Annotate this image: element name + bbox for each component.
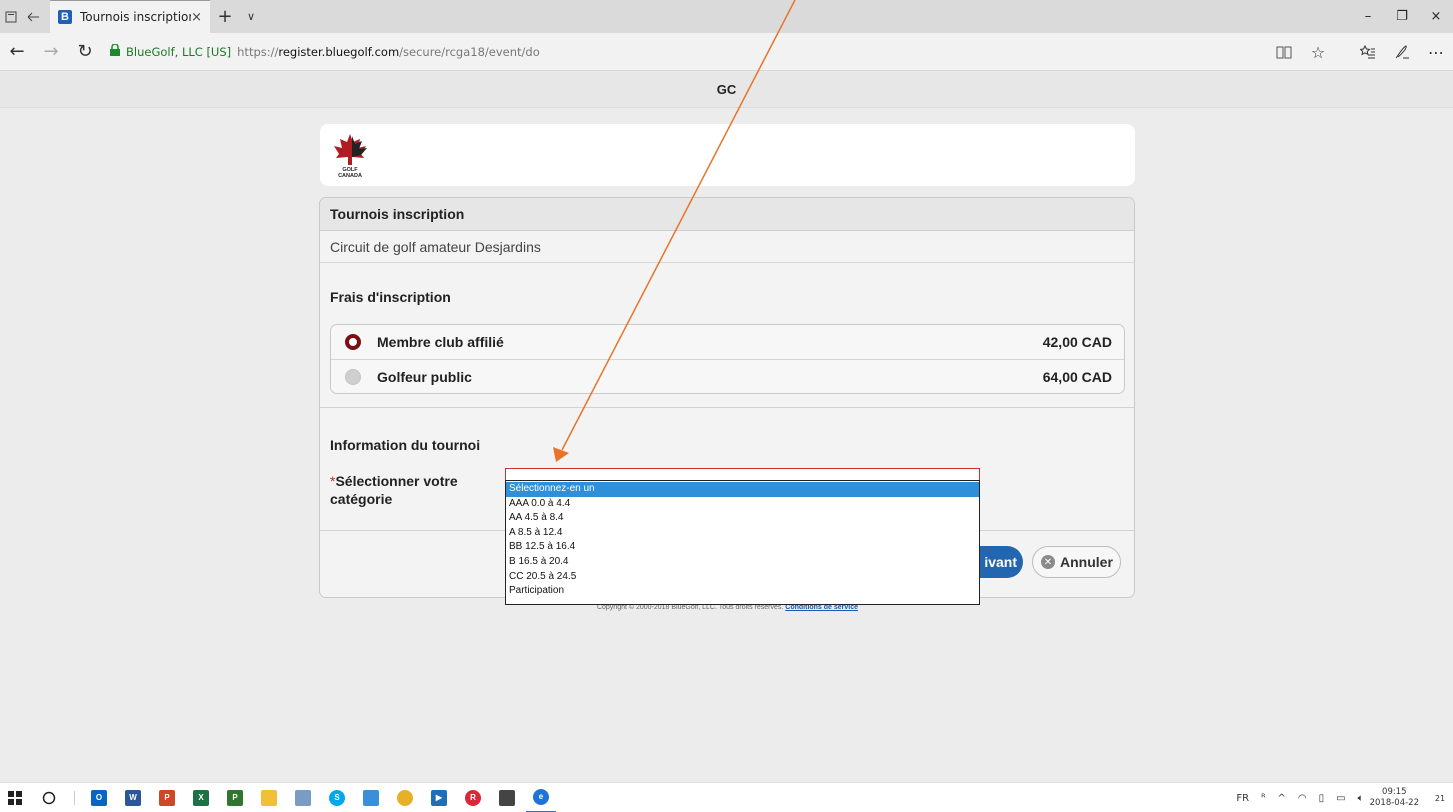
clock-date: 2018-04-22 <box>1369 798 1419 808</box>
excel-icon[interactable]: X <box>186 783 216 812</box>
cortana-search-icon[interactable] <box>34 783 64 812</box>
category-dropdown-list: Sélectionnez-en un AAA 0.0 à 4.4 AA 4.5 … <box>505 480 980 605</box>
windows-taskbar: O W P X P S ▶ R e FR ᴿ ^ ◠ ▯ ▭ 🔈︎ 09:15 … <box>0 782 1453 812</box>
restore-button[interactable]: ❐ <box>1385 0 1419 33</box>
wifi-icon[interactable]: ◠ <box>1298 793 1307 804</box>
fee-options: Membre club affilié 42,00 CAD Golfeur pu… <box>330 324 1125 394</box>
volume-icon[interactable]: 🔈︎ <box>1358 793 1364 804</box>
fee-option-member[interactable]: Membre club affilié 42,00 CAD <box>331 325 1124 359</box>
category-option[interactable]: AA 4.5 à 8.4 <box>506 511 979 526</box>
edge-icon[interactable]: e <box>526 783 556 812</box>
event-name: Circuit de golf amateur Desjardins <box>320 231 1134 263</box>
tab-title: Tournois inscription <box>80 10 192 24</box>
bluegolf-favicon-icon: B <box>58 10 72 24</box>
outlook-icon[interactable]: O <box>84 783 114 812</box>
cancel-circle-icon: ✕ <box>1041 555 1055 569</box>
favorites-hub-icon[interactable] <box>1351 45 1385 59</box>
media-player-icon[interactable]: ▶ <box>424 783 454 812</box>
system-tray: FR ᴿ ^ ◠ ▯ ▭ 🔈︎ 09:15 2018-04-22 21 <box>1230 783 1453 812</box>
panel-title: Tournois inscription <box>320 198 1134 231</box>
device-icon[interactable]: ▯ <box>1319 793 1325 804</box>
category-option[interactable]: Sélectionnez-en un <box>506 482 979 497</box>
window-controls: – ❐ × <box>1351 0 1453 33</box>
snipping-tool-icon[interactable] <box>288 783 318 812</box>
next-button[interactable]: ivant <box>975 546 1023 578</box>
taskbar-separator <box>68 783 80 812</box>
category-option[interactable]: CC 20.5 à 24.5 <box>506 570 979 585</box>
url-host: register.bluegolf.com <box>278 44 400 59</box>
skype-icon[interactable]: S <box>322 783 352 812</box>
forward-icon[interactable]: → <box>34 33 68 71</box>
notification-count: 21 <box>1434 793 1446 803</box>
new-tab-button[interactable]: + <box>210 0 240 33</box>
back-icon[interactable]: ← <box>0 33 34 71</box>
fee-option-public[interactable]: Golfeur public 64,00 CAD <box>331 359 1124 393</box>
radio-selected-icon[interactable] <box>345 334 361 350</box>
category-option[interactable]: A 8.5 à 12.4 <box>506 526 979 541</box>
url-path: /secure/rcga18/event/do <box>399 44 540 59</box>
people-icon[interactable]: ᴿ <box>1261 793 1265 804</box>
project-icon[interactable]: P <box>220 783 250 812</box>
url-protocol: https:// <box>237 44 279 59</box>
web-note-pen-icon[interactable] <box>1385 45 1419 59</box>
language-indicator[interactable]: FR <box>1236 793 1249 804</box>
tray-chevron-icon[interactable]: ^ <box>1278 793 1286 804</box>
fee-price: 42,00 CAD <box>1042 334 1112 350</box>
logo-card: GOLF CANADA <box>320 124 1135 186</box>
word-icon[interactable]: W <box>118 783 148 812</box>
fee-name: Golfeur public <box>377 368 472 385</box>
chrome-icon[interactable] <box>390 783 420 812</box>
reading-view-icon[interactable] <box>1267 46 1301 59</box>
cancel-button[interactable]: ✕ Annuler <box>1032 546 1121 578</box>
clock-time: 09:15 <box>1382 787 1407 797</box>
category-option[interactable]: Participation <box>506 584 979 599</box>
tab-preview-chevron-icon[interactable]: ∨ <box>240 0 262 33</box>
start-windows-icon[interactable] <box>0 783 30 812</box>
tournament-info-label: Information du tournoi <box>330 437 481 453</box>
terms-link[interactable]: Conditions de service <box>785 604 858 611</box>
tab-manager-icon[interactable] <box>0 0 22 33</box>
category-option[interactable]: BB 12.5 à 16.4 <box>506 540 979 555</box>
page-header: GC <box>0 72 1453 108</box>
fees-section-label: Frais d'inscription <box>330 289 451 305</box>
lock-icon <box>110 43 120 59</box>
divider <box>320 407 1134 408</box>
address-bar: ← → ↻ BlueGolf, LLC [US] https:// regist… <box>0 33 1453 71</box>
browser-tab-bar: B Tournois inscription × + ∨ – ❐ × <box>0 0 1453 33</box>
golf-canada-logo: GOLF CANADA <box>330 132 370 180</box>
category-option[interactable]: B 16.5 à 20.4 <box>506 555 979 570</box>
site-identity: BlueGolf, LLC [US] <box>126 44 232 59</box>
category-label-text: Sélectionner votre catégorie <box>330 473 458 507</box>
app-r-icon[interactable]: R <box>458 783 488 812</box>
refresh-icon[interactable]: ↻ <box>68 33 102 71</box>
set-aside-tabs-icon[interactable] <box>22 0 44 33</box>
svg-text:CANADA: CANADA <box>338 173 362 179</box>
favorite-star-icon[interactable]: ☆ <box>1301 43 1335 62</box>
close-window-button[interactable]: × <box>1419 0 1453 33</box>
file-explorer-icon[interactable] <box>254 783 284 812</box>
copyright-footer: Copyright © 2000-2018 BlueGolf, LLC. Tou… <box>320 604 1135 611</box>
cancel-button-label: Annuler <box>1060 554 1113 570</box>
calculator-icon[interactable] <box>492 783 522 812</box>
camera-icon[interactable] <box>356 783 386 812</box>
fee-price: 64,00 CAD <box>1042 368 1112 385</box>
battery-icon[interactable]: ▭ <box>1336 793 1345 804</box>
action-center-icon[interactable]: 21 <box>1427 785 1453 811</box>
tab-tournois-inscription[interactable]: B Tournois inscription × <box>50 0 210 33</box>
category-option[interactable]: AAA 0.0 à 4.4 <box>506 497 979 512</box>
category-label: *Sélectionner votre catégorie <box>330 472 480 508</box>
radio-unselected-icon[interactable] <box>345 368 361 385</box>
tab-close-icon[interactable]: × <box>191 10 202 25</box>
more-actions-icon[interactable]: ⋯ <box>1419 43 1453 62</box>
minimize-button[interactable]: – <box>1351 0 1385 33</box>
powerpoint-icon[interactable]: P <box>152 783 182 812</box>
copyright-text: Copyright © 2000-2018 BlueGolf, LLC. Tou… <box>596 604 784 611</box>
fee-name: Membre club affilié <box>377 334 504 350</box>
url-field[interactable]: BlueGolf, LLC [US] https:// register.blu… <box>110 43 540 59</box>
clock[interactable]: 09:15 2018-04-22 <box>1370 787 1419 809</box>
browser-toolbar-right: ☆ ⋯ <box>1267 33 1453 71</box>
